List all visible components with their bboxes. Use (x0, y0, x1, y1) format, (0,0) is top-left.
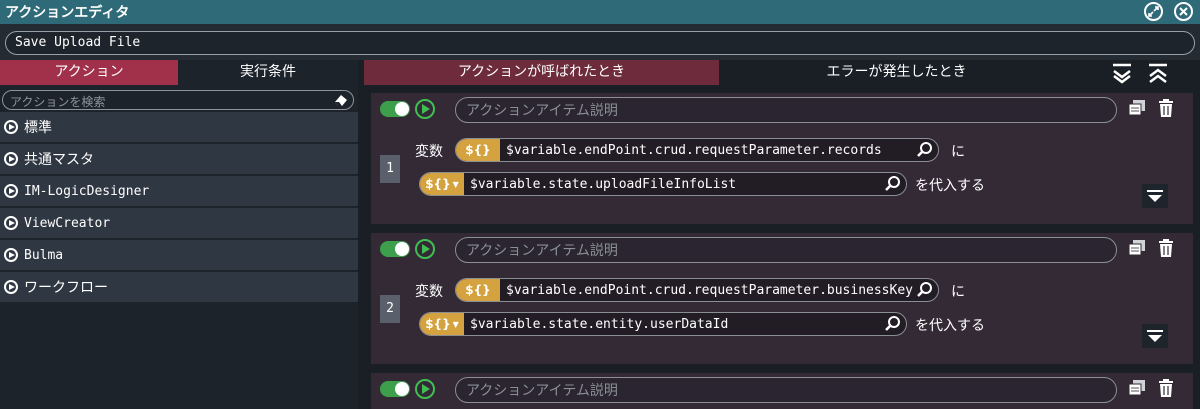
variable-label: 変数 (415, 284, 443, 300)
search-icon[interactable] (916, 281, 934, 299)
expand-icon (4, 280, 18, 294)
variable-path: $variable.endPoint.crud.requestParameter… (506, 282, 913, 298)
enable-toggle[interactable] (380, 381, 410, 397)
variable-field[interactable]: ${} $variable.endPoint.crud.requestParam… (455, 278, 939, 302)
search-icon[interactable] (884, 175, 902, 193)
expression-type-dropdown[interactable]: ${} ▼ (420, 313, 464, 335)
action-item-3 (371, 373, 1193, 409)
action-description-input[interactable] (455, 97, 1117, 123)
expand-icon (4, 248, 18, 262)
action-search (2, 90, 354, 111)
run-icon[interactable] (415, 239, 435, 259)
close-icon[interactable] (1174, 2, 1193, 21)
action-description-input[interactable] (455, 377, 1117, 403)
category-bulma[interactable]: Bulma (0, 240, 358, 271)
restore-icon[interactable] (1144, 2, 1163, 21)
detail-toggle-button[interactable] (1142, 184, 1168, 208)
assign-value-field[interactable]: ${} ▼ $variable.state.uploadFileInfoList (419, 172, 907, 196)
assign-value-path: $variable.state.uploadFileInfoList (470, 176, 737, 192)
target-suffix-label: に (951, 284, 965, 300)
category-common-master[interactable]: 共通マスタ (0, 144, 358, 175)
variable-field[interactable]: ${} $variable.endPoint.crud.requestParam… (455, 138, 939, 162)
expand-icon (4, 120, 18, 134)
tab-conditions[interactable]: 実行条件 (178, 60, 358, 85)
category-logicdesigner[interactable]: IM-LogicDesigner (0, 176, 358, 207)
copy-icon[interactable] (1128, 99, 1146, 117)
chevron-down-icon: ▼ (452, 319, 459, 329)
enable-toggle[interactable] (380, 241, 410, 257)
enable-toggle[interactable] (380, 101, 410, 117)
expression-chip[interactable]: ${} (456, 139, 500, 161)
assign-label: を代入する (915, 178, 985, 194)
tab-on-called[interactable]: アクションが呼ばれたとき (364, 60, 719, 85)
variable-path: $variable.endPoint.crud.requestParameter… (506, 142, 882, 158)
chip-label: ${} (425, 317, 451, 331)
category-viewcreator[interactable]: ViewCreator (0, 208, 358, 239)
category-label: 標準 (24, 120, 52, 136)
action-description-input[interactable] (455, 237, 1117, 263)
action-item-1: 1 変数 ${} $variable.endPoint.crud.request… (371, 93, 1193, 224)
action-name-bar: Save Upload File (0, 24, 1200, 60)
expand-icon (4, 152, 18, 166)
category-standard[interactable]: 標準 (0, 112, 358, 143)
chip-label: ${} (425, 177, 451, 191)
category-label: IM-LogicDesigner (24, 183, 150, 199)
copy-icon[interactable] (1128, 379, 1146, 397)
category-label: ViewCreator (24, 215, 111, 231)
category-workflow[interactable]: ワークフロー (0, 272, 358, 303)
expand-all-icon[interactable] (1110, 62, 1134, 84)
action-index: 2 (380, 295, 400, 323)
detail-toggle-button[interactable] (1142, 324, 1168, 348)
category-list: 標準 共通マスタ IM-LogicDesigner ViewCreator Bu… (0, 112, 358, 304)
target-suffix-label: に (951, 144, 965, 160)
expand-icon (4, 184, 18, 198)
chevron-down-icon (1147, 190, 1163, 202)
copy-icon[interactable] (1128, 239, 1146, 257)
action-index: 1 (380, 155, 400, 183)
run-icon[interactable] (415, 99, 435, 119)
window-titlebar: アクションエディタ (0, 0, 1200, 24)
trash-icon[interactable] (1158, 378, 1174, 398)
eraser-icon[interactable] (333, 92, 349, 108)
chevron-down-icon (1147, 330, 1163, 342)
action-name-field[interactable]: Save Upload File (5, 31, 1195, 55)
category-label: 共通マスタ (24, 152, 94, 168)
expand-icon (4, 216, 18, 230)
collapse-all-icon[interactable] (1146, 62, 1170, 84)
trash-icon[interactable] (1158, 98, 1174, 118)
window-title: アクションエディタ (5, 5, 130, 21)
tab-actions[interactable]: アクション (0, 60, 178, 85)
assign-value-field[interactable]: ${} ▼ $variable.state.entity.userDataId (419, 312, 907, 336)
search-icon[interactable] (916, 141, 934, 159)
category-label: Bulma (24, 247, 64, 263)
variable-label: 変数 (415, 144, 443, 160)
run-icon[interactable] (415, 379, 435, 399)
expression-type-dropdown[interactable]: ${} ▼ (420, 173, 464, 195)
search-input[interactable] (3, 93, 323, 111)
category-label: ワークフロー (24, 280, 108, 296)
assign-value-path: $variable.state.entity.userDataId (470, 316, 729, 332)
search-icon[interactable] (884, 315, 902, 333)
trash-icon[interactable] (1158, 238, 1174, 258)
tab-on-error[interactable]: エラーが発生したとき (719, 60, 1074, 85)
action-item-2: 2 変数 ${} $variable.endPoint.crud.request… (371, 233, 1193, 364)
assign-label: を代入する (915, 318, 985, 334)
chevron-down-icon: ▼ (452, 179, 459, 189)
expression-chip[interactable]: ${} (456, 279, 500, 301)
action-palette: アクション 実行条件 標準 共通マスタ IM-LogicDesigner Vie… (0, 60, 358, 409)
action-editor-area: アクションが呼ばれたとき エラーが発生したとき 1 変数 ${} $variab… (358, 60, 1200, 409)
